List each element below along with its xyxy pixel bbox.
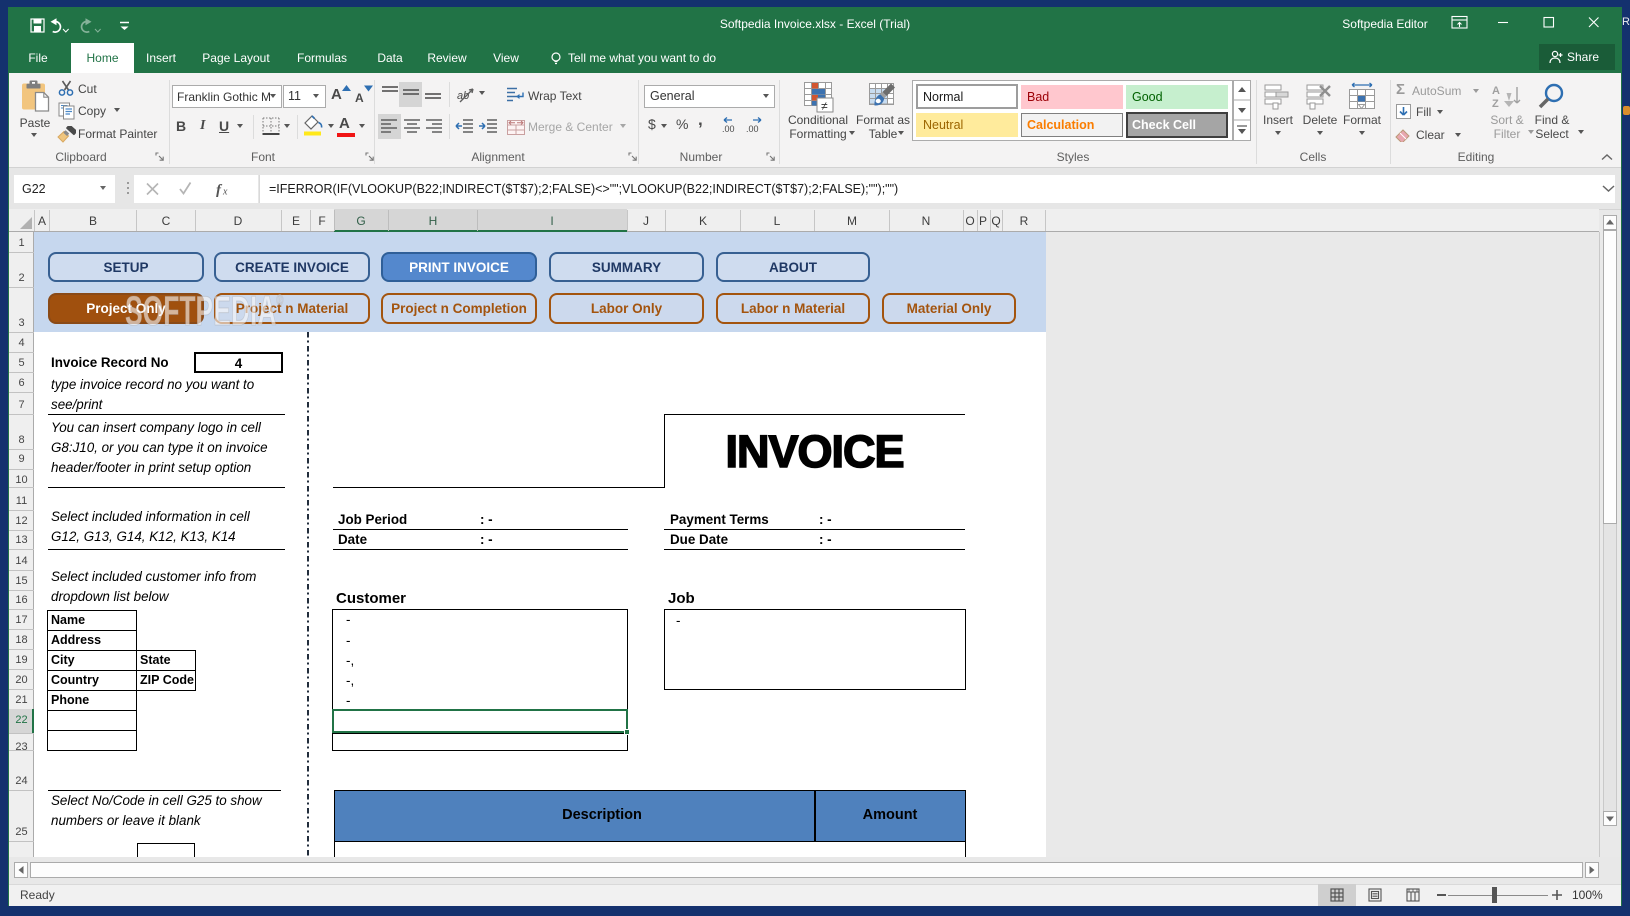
- svg-text:A: A: [1492, 85, 1500, 97]
- svg-text:≠: ≠: [821, 99, 828, 113]
- svg-text:f: f: [216, 183, 223, 198]
- svg-text:.00: .00: [746, 124, 759, 134]
- svg-text:x: x: [222, 187, 228, 198]
- svg-text:.00: .00: [722, 124, 735, 134]
- svg-text:ab: ab: [457, 90, 469, 102]
- svg-text:Z: Z: [1492, 98, 1499, 110]
